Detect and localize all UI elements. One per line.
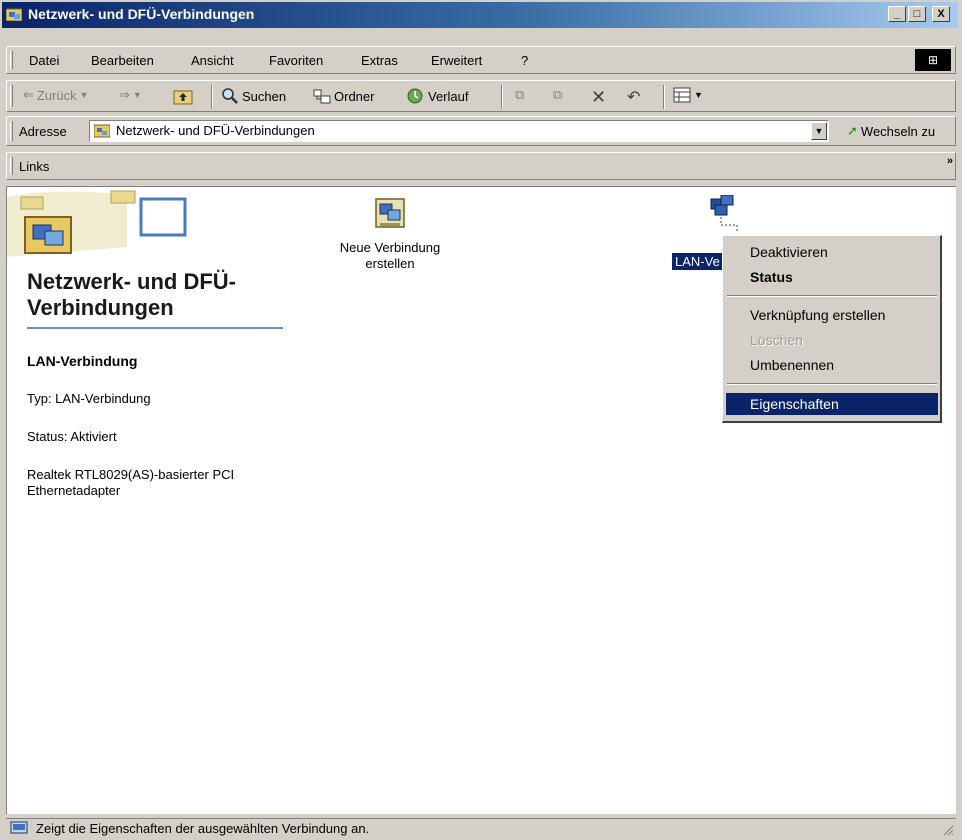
addressbar-grip[interactable] bbox=[10, 121, 13, 141]
menu-extras[interactable]: Extras bbox=[361, 53, 398, 68]
back-dropdown-icon: ▼ bbox=[79, 90, 89, 100]
folder-up-icon bbox=[173, 90, 193, 105]
properties-status-icon bbox=[10, 821, 28, 834]
move-to-button[interactable]: ⧉ bbox=[515, 87, 524, 103]
network-folder-icon bbox=[6, 8, 22, 21]
go-label: Wechseln zu bbox=[860, 123, 936, 139]
network-folder-icon bbox=[94, 124, 110, 138]
address-value: Netzwerk- und DFÜ-Verbindungen bbox=[116, 123, 315, 138]
resize-grip-icon[interactable] bbox=[942, 824, 954, 836]
new-connection-label: Neue Verbindung erstellen bbox=[339, 240, 441, 271]
history-icon bbox=[407, 88, 423, 104]
menu-datei[interactable]: Datei bbox=[29, 53, 59, 68]
search-icon bbox=[222, 88, 238, 104]
menu-ansicht[interactable]: Ansicht bbox=[191, 53, 234, 68]
undo-icon: ↶ bbox=[627, 89, 641, 106]
close-button[interactable]: X bbox=[932, 6, 950, 22]
ctx-delete: Löschen bbox=[750, 332, 803, 348]
menu-help[interactable]: ? bbox=[521, 53, 528, 68]
go-arrow-icon: ➚ bbox=[847, 123, 858, 138]
ctx-deactivate[interactable]: Deaktivieren bbox=[726, 241, 938, 263]
links-bar: Links » bbox=[6, 152, 956, 180]
lan-connection-label[interactable]: LAN-Ve bbox=[672, 253, 723, 270]
menu-erweitert[interactable]: Erweitert bbox=[431, 53, 482, 68]
back-button[interactable]: ⇐ Zurück ▼ bbox=[23, 87, 89, 103]
windows-logo-icon: ⊞ bbox=[915, 49, 951, 71]
views-button[interactable]: ▼ bbox=[673, 87, 703, 103]
network-connections-banner-icon bbox=[7, 187, 207, 267]
toolbar-separator bbox=[211, 85, 213, 109]
new-connection-icon bbox=[375, 198, 405, 228]
search-button[interactable]: Suchen bbox=[221, 87, 286, 105]
lan-connection-icon bbox=[710, 194, 738, 233]
selected-connection-name: LAN-Verbindung bbox=[27, 353, 138, 369]
move-to-icon: ⧉ bbox=[515, 87, 525, 102]
folders-icon bbox=[313, 89, 331, 104]
window-title: Netzwerk- und DFÜ-Verbindungen bbox=[28, 6, 255, 22]
folders-label: Ordner bbox=[334, 88, 375, 104]
address-label: Adresse bbox=[19, 124, 67, 139]
history-label: Verlauf bbox=[428, 88, 469, 104]
address-input[interactable]: Netzwerk- und DFÜ-Verbindungen ▼ bbox=[89, 120, 829, 142]
links-label[interactable]: Links bbox=[19, 159, 49, 174]
toolbar-grip[interactable] bbox=[10, 85, 13, 107]
forward-button[interactable]: ⇒ ▼ bbox=[119, 87, 142, 103]
copy-to-button[interactable]: ⧉ bbox=[553, 87, 562, 103]
back-arrow-icon: ⇐ bbox=[23, 87, 34, 102]
standard-toolbar: ⇐ Zurück ▼ ⇒ ▼ Suchen Ordner Verlauf ⧉ ⧉… bbox=[6, 80, 956, 112]
delete-button[interactable]: ✕ bbox=[591, 87, 606, 108]
connection-adapter: Realtek RTL8029(AS)-basierter PCI Ethern… bbox=[27, 467, 235, 498]
web-view-panel: Netzwerk- und DFÜ-Verbindungen LAN-Verbi… bbox=[7, 187, 297, 814]
minimize-button[interactable]: _ bbox=[888, 6, 906, 22]
go-button[interactable]: ➚ Wechseln zu bbox=[847, 123, 935, 139]
views-icon bbox=[673, 87, 691, 103]
ctx-separator bbox=[727, 295, 937, 297]
menu-favoriten[interactable]: Favoriten bbox=[269, 53, 323, 68]
toolbar-separator bbox=[501, 85, 503, 109]
linksbar-grip[interactable] bbox=[10, 157, 13, 175]
menu-bar: Datei Bearbeiten Ansicht Favoriten Extra… bbox=[6, 46, 956, 74]
history-button[interactable]: Verlauf bbox=[405, 87, 468, 105]
explorer-window: Netzwerk- und DFÜ-Verbindungen _ □ X Dat… bbox=[0, 0, 962, 840]
links-chevron-icon[interactable]: » bbox=[947, 155, 953, 167]
ctx-rename[interactable]: Umbenennen bbox=[726, 354, 938, 376]
lan-connection-item[interactable] bbox=[703, 194, 747, 238]
panel-title: Netzwerk- und DFÜ-Verbindungen bbox=[27, 269, 283, 329]
toolbar-separator bbox=[663, 85, 665, 109]
back-label: Zurück bbox=[36, 87, 77, 103]
new-connection-item[interactable]: Neue Verbindung erstellen bbox=[325, 195, 455, 272]
status-text: Zeigt die Eigenschaften der ausgewählten… bbox=[36, 821, 370, 836]
undo-button[interactable]: ↶ bbox=[627, 87, 640, 107]
ctx-properties[interactable]: Eigenschaften bbox=[726, 393, 938, 415]
up-button[interactable] bbox=[173, 87, 193, 105]
address-bar: Adresse Netzwerk- und DFÜ-Verbindungen ▼… bbox=[6, 116, 956, 146]
search-label: Suchen bbox=[242, 88, 287, 104]
context-menu: Deaktivieren Status Verknüpfung erstelle… bbox=[722, 235, 942, 423]
connection-status: Status: Aktiviert bbox=[27, 429, 117, 444]
forward-arrow-icon: ⇒ bbox=[119, 87, 130, 102]
ctx-status[interactable]: Status bbox=[726, 266, 938, 288]
views-dropdown-icon: ▼ bbox=[694, 90, 703, 100]
ctx-separator bbox=[727, 383, 937, 385]
menubar-grip[interactable] bbox=[10, 51, 13, 69]
menu-bearbeiten[interactable]: Bearbeiten bbox=[91, 53, 154, 68]
forward-dropdown-icon: ▼ bbox=[132, 90, 142, 100]
copy-to-icon: ⧉ bbox=[553, 87, 563, 102]
maximize-button[interactable]: □ bbox=[908, 6, 926, 22]
address-dropdown-button[interactable]: ▼ bbox=[811, 122, 827, 140]
folders-button[interactable]: Ordner bbox=[313, 87, 374, 105]
title-bar[interactable]: Netzwerk- und DFÜ-Verbindungen _ □ X bbox=[2, 2, 958, 28]
delete-icon: ✕ bbox=[591, 87, 607, 107]
status-bar: Zeigt die Eigenschaften der ausgewählten… bbox=[6, 818, 956, 838]
connection-type: Typ: LAN-Verbindung bbox=[27, 391, 151, 406]
ctx-create-shortcut[interactable]: Verknüpfung erstellen bbox=[726, 304, 938, 326]
